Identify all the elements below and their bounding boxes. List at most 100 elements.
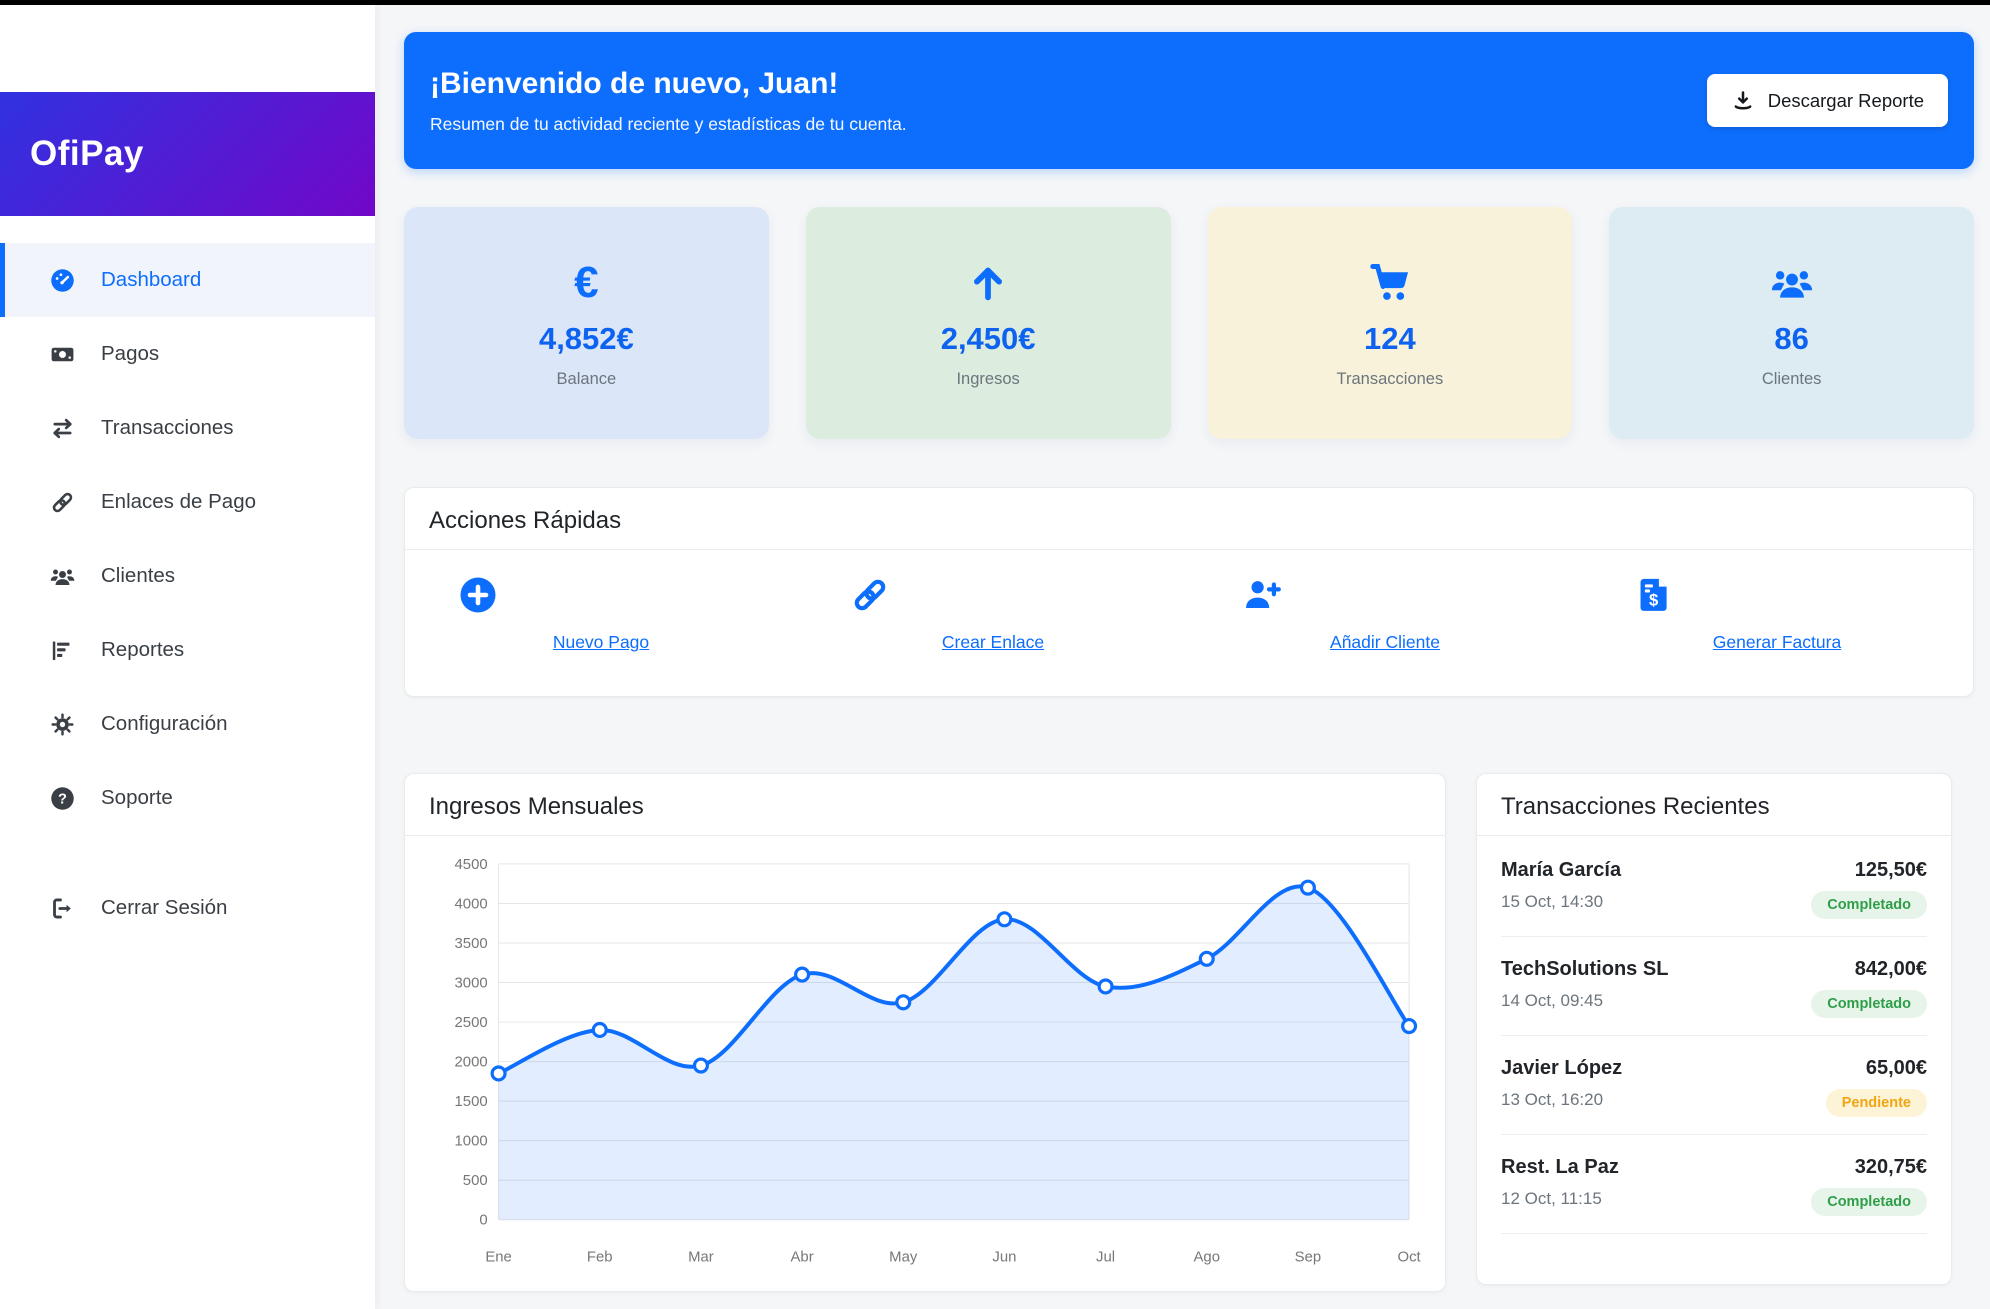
generar-factura-link[interactable]: Generar Factura [1713, 632, 1841, 653]
sidebar-item-label: Pagos [101, 342, 159, 366]
transaction-amount: 320,75€ [1811, 1156, 1927, 1179]
status-badge: Completado [1811, 891, 1927, 919]
svg-text:2500: 2500 [455, 1015, 488, 1031]
stat-value: 4,852€ [539, 321, 634, 357]
sidebar: OfiPay Dashboard Pagos Transacciones [0, 5, 375, 1309]
gear-icon [49, 711, 76, 738]
sidebar-item-enlaces[interactable]: Enlaces de Pago [0, 465, 375, 539]
svg-text:Jun: Jun [992, 1250, 1016, 1266]
cash-icon [49, 341, 76, 368]
stat-card-ingresos: 2,450€ Ingresos [806, 207, 1171, 439]
transaction-left: María García 15 Oct, 14:30 [1501, 859, 1621, 919]
sidebar-nav: Dashboard Pagos Transacciones Enlaces de… [0, 243, 375, 945]
svg-text:Feb: Feb [587, 1250, 613, 1266]
transaction-name: Javier López [1501, 1057, 1622, 1080]
sidebar-item-clientes[interactable]: Clientes [0, 539, 375, 613]
recent-transactions-card: Transacciones Recientes María García 15 … [1476, 773, 1952, 1285]
quick-action-anadir-cliente: Añadir Cliente [1189, 572, 1581, 653]
monthly-income-card: Ingresos Mensuales 050010001500200025003… [404, 773, 1446, 1292]
gauge-icon [49, 267, 76, 294]
sidebar-item-logout[interactable]: Cerrar Sesión [0, 871, 375, 945]
welcome-text: ¡Bienvenido de nuevo, Juan! Resumen de t… [430, 67, 907, 135]
recent-transactions-list: María García 15 Oct, 14:30 125,50€ Compl… [1477, 836, 1951, 1234]
quick-action-crear-enlace: Crear Enlace [797, 572, 1189, 653]
transaction-row: Rest. La Paz 12 Oct, 11:15 320,75€ Compl… [1501, 1135, 1927, 1234]
transaction-amount: 65,00€ [1826, 1057, 1927, 1080]
quick-action-generar-factura: $ Generar Factura [1581, 572, 1973, 653]
svg-text:1500: 1500 [455, 1094, 488, 1110]
download-report-button[interactable]: Descargar Reporte [1707, 74, 1948, 127]
transaction-name: TechSolutions SL [1501, 958, 1668, 981]
bottom-row: Ingresos Mensuales 050010001500200025003… [404, 773, 1974, 1292]
status-badge: Completado [1811, 1188, 1927, 1216]
svg-text:Ago: Ago [1193, 1250, 1220, 1266]
stat-label: Balance [557, 370, 617, 389]
sidebar-item-reportes[interactable]: Reportes [0, 613, 375, 687]
transaction-date: 14 Oct, 09:45 [1501, 991, 1668, 1011]
quick-actions-title: Acciones Rápidas [429, 507, 621, 534]
stat-label: Transacciones [1337, 370, 1444, 389]
stat-value: 124 [1364, 321, 1416, 357]
svg-text:4000: 4000 [455, 896, 488, 912]
nuevo-pago-link[interactable]: Nuevo Pago [553, 632, 649, 653]
logout-icon [49, 895, 76, 922]
sidebar-item-label: Soporte [101, 786, 173, 810]
download-report-label: Descargar Reporte [1768, 90, 1924, 112]
crear-enlace-link[interactable]: Crear Enlace [942, 632, 1044, 653]
sidebar-item-dashboard[interactable]: Dashboard [0, 243, 375, 317]
transaction-name: María García [1501, 859, 1621, 882]
link-icon [849, 572, 1189, 618]
plus-circle-icon [457, 572, 797, 618]
svg-text:1000: 1000 [455, 1134, 488, 1150]
transaction-amount: 842,00€ [1811, 958, 1927, 981]
svg-text:Jul: Jul [1096, 1250, 1115, 1266]
transaction-right: 842,00€ Completado [1811, 958, 1927, 1018]
sidebar-item-label: Clientes [101, 564, 175, 588]
svg-text:May: May [889, 1250, 918, 1266]
sidebar-item-soporte[interactable]: ? Soporte [0, 761, 375, 835]
svg-text:3000: 3000 [455, 975, 488, 991]
stat-card-balance: € 4,852€ Balance [404, 207, 769, 439]
transaction-left: TechSolutions SL 14 Oct, 09:45 [1501, 958, 1668, 1018]
invoice-icon: $ [1633, 572, 1973, 618]
arrow-up-icon [965, 257, 1011, 309]
people-icon [49, 563, 76, 590]
transaction-row: Javier López 13 Oct, 16:20 65,00€ Pendie… [1501, 1036, 1927, 1135]
transaction-right: 65,00€ Pendiente [1826, 1057, 1927, 1117]
euro-icon: € [574, 257, 598, 309]
transaction-left: Rest. La Paz 12 Oct, 11:15 [1501, 1156, 1619, 1216]
stats-row: € 4,852€ Balance 2,450€ Ingresos 124 Tra… [404, 207, 1974, 439]
sidebar-item-transacciones[interactable]: Transacciones [0, 391, 375, 465]
stat-value: 86 [1774, 321, 1808, 357]
monthly-income-line-chart: 050010001500200025003000350040004500EneF… [429, 848, 1423, 1285]
anadir-cliente-link[interactable]: Añadir Cliente [1330, 632, 1440, 653]
top-black-bar [0, 0, 1990, 5]
transaction-date: 13 Oct, 16:20 [1501, 1090, 1622, 1110]
welcome-banner: ¡Bienvenido de nuevo, Juan! Resumen de t… [404, 32, 1974, 169]
stat-card-transacciones: 124 Transacciones [1208, 207, 1573, 439]
recent-transactions-title: Transacciones Recientes [1501, 793, 1770, 820]
transaction-right: 125,50€ Completado [1811, 859, 1927, 919]
quick-actions-card: Acciones Rápidas Nuevo Pago Crear Enlace [404, 487, 1974, 697]
svg-text:3500: 3500 [455, 936, 488, 952]
sidebar-item-label: Enlaces de Pago [101, 490, 256, 514]
main-content: ¡Bienvenido de nuevo, Juan! Resumen de t… [375, 5, 1990, 1309]
svg-text:500: 500 [463, 1173, 488, 1189]
transaction-amount: 125,50€ [1811, 859, 1927, 882]
sidebar-item-configuracion[interactable]: Configuración [0, 687, 375, 761]
svg-text:Mar: Mar [688, 1250, 714, 1266]
welcome-title: ¡Bienvenido de nuevo, Juan! [430, 67, 907, 101]
monthly-income-title: Ingresos Mensuales [429, 793, 644, 820]
monthly-income-chart-area: 050010001500200025003000350040004500EneF… [405, 836, 1445, 1285]
svg-text:?: ? [58, 791, 67, 807]
svg-text:0: 0 [479, 1213, 487, 1229]
transaction-date: 15 Oct, 14:30 [1501, 892, 1621, 912]
question-icon: ? [49, 785, 76, 812]
stat-value: 2,450€ [941, 321, 1036, 357]
quick-action-nuevo-pago: Nuevo Pago [405, 572, 797, 653]
sidebar-item-label: Transacciones [101, 416, 234, 440]
quick-actions-header: Acciones Rápidas [405, 488, 1973, 550]
swap-icon [49, 415, 76, 442]
sidebar-item-pagos[interactable]: Pagos [0, 317, 375, 391]
welcome-subtitle: Resumen de tu actividad reciente y estad… [430, 114, 907, 135]
